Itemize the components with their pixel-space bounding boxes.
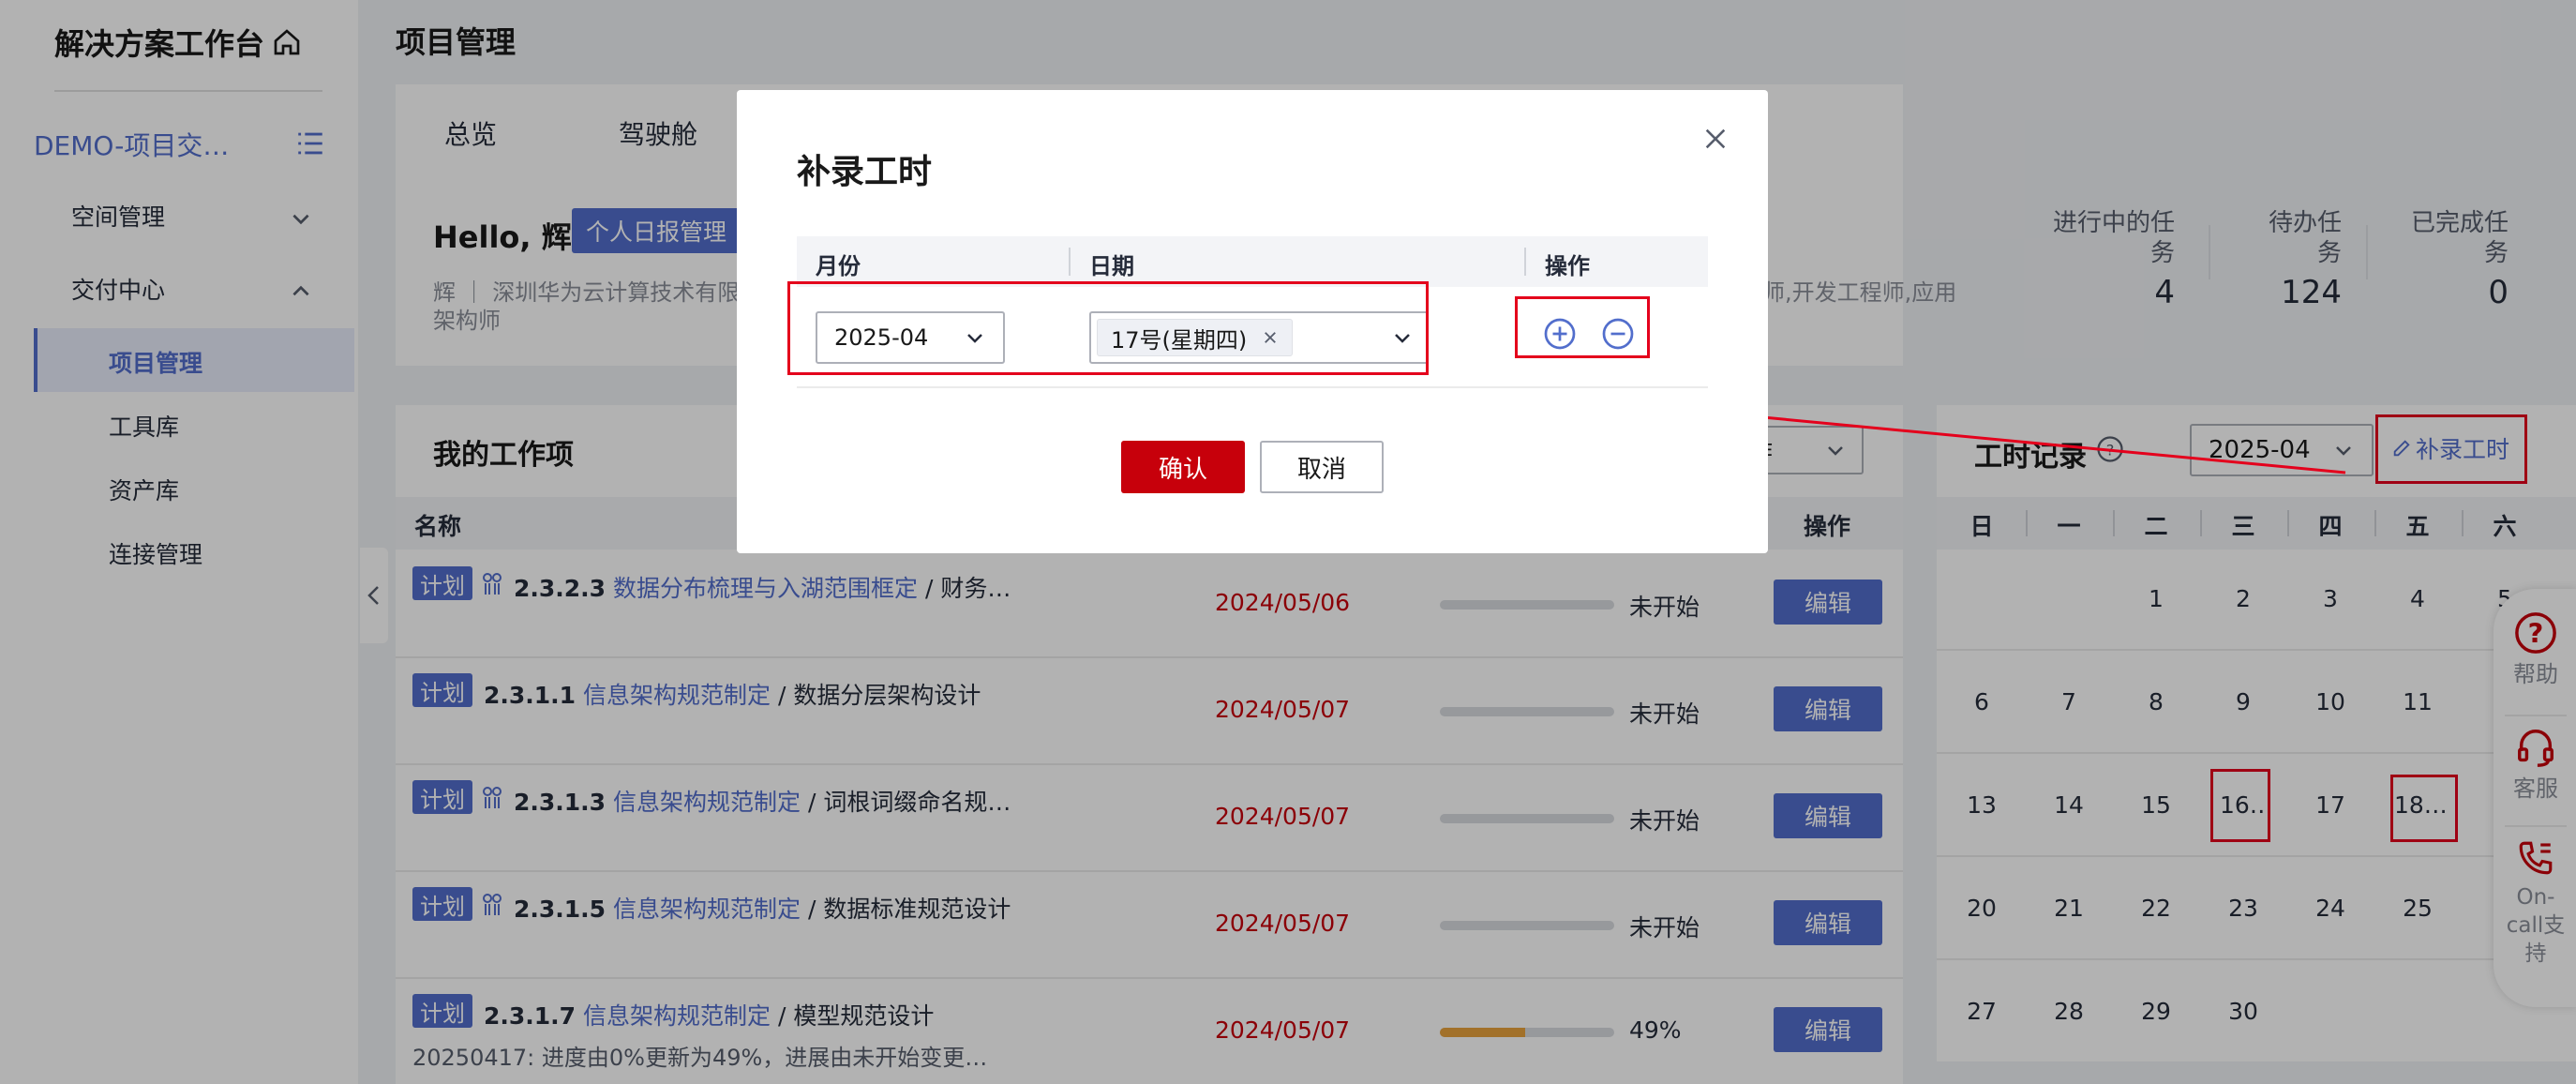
dialog-title: 补录工时: [797, 153, 933, 191]
col-date-header: 日期: [1089, 253, 1134, 279]
col-divider: [1069, 248, 1071, 276]
annotation-box: [1515, 296, 1650, 358]
dialog-row-divider: [797, 386, 1708, 388]
annotation-arrow: [1742, 409, 2346, 474]
col-divider: [1524, 248, 1526, 276]
confirm-button[interactable]: 确认: [1121, 441, 1245, 493]
close-icon[interactable]: [1702, 126, 1729, 152]
annotation-box: [787, 281, 1429, 375]
col-action-header: 操作: [1545, 253, 1590, 279]
cancel-button[interactable]: 取消: [1260, 441, 1384, 493]
col-month-header: 月份: [816, 253, 861, 279]
add-timesheet-dialog: 补录工时 月份 日期 操作 2025-04 17号(星期四) 确认 取消: [737, 90, 1768, 553]
